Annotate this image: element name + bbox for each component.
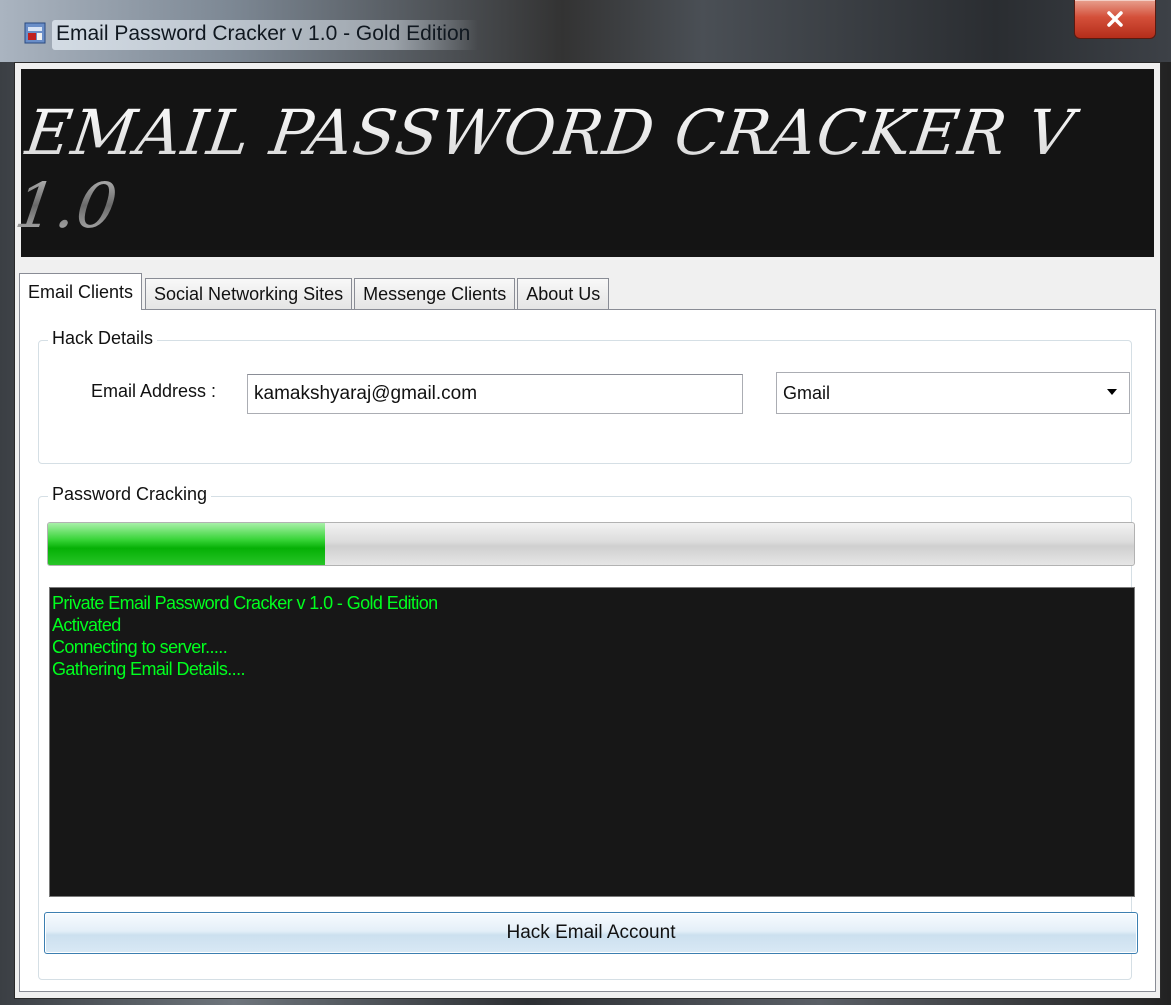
tab-email-clients[interactable]: Email Clients: [19, 273, 143, 310]
tab-about-us[interactable]: About Us: [517, 278, 610, 310]
provider-select[interactable]: Gmail: [776, 372, 1130, 414]
client-area: EMAIL PASSWORD CRACKER V 1.0 Email Clien…: [11, 62, 1161, 999]
cracking-progress-bar: [47, 522, 1135, 566]
chevron-down-icon: [1107, 389, 1117, 395]
console-line: Activated: [52, 615, 121, 635]
title-bar[interactable]: Email Password Cracker v 1.0 - Gold Edit…: [0, 0, 1171, 62]
email-address-label: Email Address :: [91, 381, 217, 401]
console-line: Gathering Email Details....: [52, 659, 245, 679]
console-output: Private Email Password Cracker v 1.0 - G…: [49, 587, 1135, 897]
hack-details-group: Hack Details Email Address : kamakshyara…: [38, 328, 1132, 464]
app-window: Email Password Cracker v 1.0 - Gold Edit…: [0, 0, 1171, 1005]
banner-title: EMAIL PASSWORD CRACKER V 1.0: [11, 96, 1105, 242]
window-title: Email Password Cracker v 1.0 - Gold Edit…: [52, 20, 479, 50]
password-cracking-group: Password Cracking Private Email Password…: [38, 484, 1138, 980]
password-cracking-label: Password Cracking: [48, 484, 212, 505]
close-button[interactable]: [1074, 0, 1156, 39]
console-line: Private Email Password Cracker v 1.0 - G…: [52, 593, 438, 613]
email-address-input[interactable]: kamakshyaraj@gmail.com: [247, 374, 743, 414]
console-line: Connecting to server.....: [52, 637, 228, 657]
tab-social-networking-sites[interactable]: Social Networking Sites: [145, 278, 353, 310]
provider-select-value: Gmail: [783, 382, 831, 403]
progress-fill: [48, 523, 325, 565]
tab-strip: Email Clients Social Networking Sites Me…: [19, 273, 611, 310]
hack-details-label: Hack Details: [48, 328, 158, 349]
tab-messenge-clients[interactable]: Messenge Clients: [354, 278, 516, 310]
hack-email-account-button[interactable]: Hack Email Account: [44, 912, 1138, 954]
app-icon: [24, 22, 46, 44]
tab-panel-email-clients: Hack Details Email Address : kamakshyara…: [19, 309, 1156, 992]
banner: EMAIL PASSWORD CRACKER V 1.0: [11, 69, 1154, 257]
close-icon: [1107, 11, 1123, 27]
